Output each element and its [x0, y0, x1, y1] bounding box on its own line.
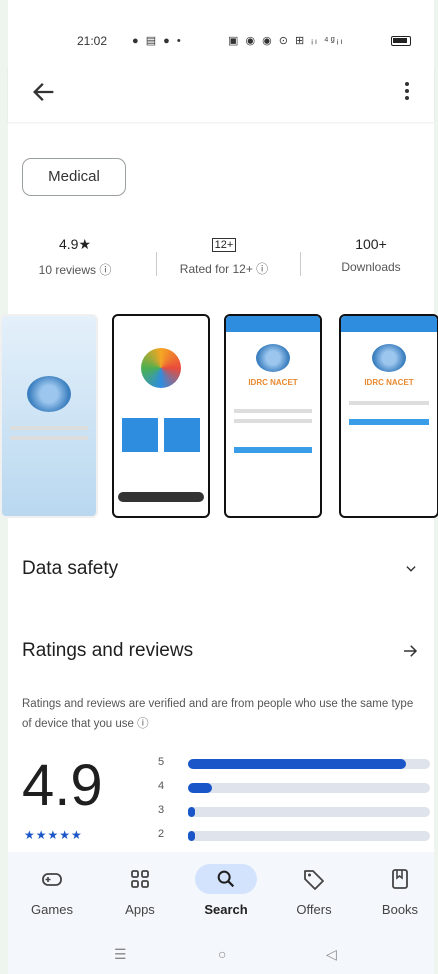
nav-games[interactable]: Games — [14, 864, 90, 917]
tag-icon — [304, 870, 324, 890]
placeholder-text-line — [10, 436, 88, 440]
rating-bar-fill — [188, 831, 196, 841]
stat-divider — [156, 252, 157, 276]
rating-bar-row: 2 — [158, 826, 430, 850]
downloads-label: Downloads — [341, 260, 401, 274]
screenshot-1[interactable] — [0, 314, 98, 518]
screenshot-4[interactable]: IDRC NACET — [339, 314, 438, 518]
input-line — [234, 419, 312, 423]
gamepad-icon — [42, 873, 62, 886]
content-rating-label: Rated for 12+ ⓘ — [179, 262, 269, 276]
rating-bar-fill — [188, 807, 196, 817]
app-logo-image — [372, 344, 406, 372]
screenshot-carousel[interactable]: IDRC NACET IDRC NACET — [0, 314, 438, 520]
app-stats: 4.9★ 10 reviews ⓘ 12+ Rated for 12+ ⓘ 10… — [8, 236, 434, 292]
input-line — [234, 409, 312, 413]
button-line — [234, 447, 312, 453]
app-page: 21:02 ● ▤ ● • ▣ ◉ ◉ ⊙ ⊞ ᵢₗ ⁴ᵍᵢₗ Medical … — [0, 0, 438, 974]
downloads-value: 100+ — [355, 236, 387, 252]
rating-bar-label: 3 — [158, 804, 165, 816]
bottom-navigation: Games Apps Search Offers Books — [8, 852, 434, 932]
nav-books[interactable]: Books — [362, 864, 438, 917]
nav-apps[interactable]: Apps — [102, 864, 178, 917]
ratings-title[interactable]: Ratings and reviews — [22, 640, 193, 662]
rating-bar-label: 5 — [158, 756, 165, 768]
screenshot-buttons — [114, 418, 208, 452]
nav-search[interactable]: Search — [188, 864, 264, 917]
notification-icons: ● ▤ ● • — [132, 35, 183, 47]
rating-histogram: 5 4 3 2 — [158, 754, 430, 850]
app-logo-image — [256, 344, 290, 372]
bookmark-icon — [392, 869, 408, 889]
nav-label: Search — [204, 902, 248, 917]
content-rating-badge: 12+ — [211, 238, 237, 252]
tile — [164, 418, 200, 452]
logo-emblem-image — [141, 348, 181, 388]
rating-bar-fill — [188, 759, 406, 769]
screen-header — [341, 316, 437, 332]
system-status-icons: ▣ ◉ ◉ ⊙ ⊞ ᵢₗ ⁴ᵍᵢₗ — [228, 35, 345, 47]
arrow-right-icon[interactable] — [400, 642, 420, 660]
content-rating-stat[interactable]: 12+ Rated for 12+ ⓘ — [164, 236, 284, 277]
rating-stars: ★★★★★ — [24, 828, 83, 842]
nav-offers[interactable]: Offers — [276, 864, 352, 917]
rating-bar-track — [188, 807, 430, 817]
stat-divider — [300, 252, 301, 276]
rating-bar-fill — [188, 783, 213, 793]
system-navigation: ☰ ○ ◁ — [8, 932, 434, 974]
app-logo-image — [27, 376, 71, 412]
rating-bar-row: 4 — [158, 778, 430, 802]
rating-bar-track — [188, 759, 430, 769]
arrow-left-icon[interactable] — [30, 78, 58, 106]
search-icon — [217, 870, 235, 888]
data-safety-title[interactable]: Data safety — [22, 558, 118, 580]
rating-bar-label: 4 — [158, 780, 165, 792]
back-icon[interactable]: ◁ — [326, 946, 337, 963]
rating-bar-track — [188, 783, 430, 793]
rating-bar-row: 3 — [158, 802, 430, 826]
nav-label: Apps — [125, 902, 155, 917]
status-time: 21:02 — [77, 34, 108, 48]
chevron-down-icon[interactable] — [404, 562, 418, 576]
nav-label: Offers — [296, 902, 332, 917]
screen-header — [226, 316, 320, 332]
rating-bar-label: 2 — [158, 828, 165, 840]
rating-stat[interactable]: 4.9★ 10 reviews ⓘ — [20, 236, 130, 278]
category-chip[interactable]: Medical — [22, 158, 126, 196]
more-vert-icon[interactable] — [402, 80, 412, 102]
rating-bar-track — [188, 831, 430, 841]
reviews-count: 10 reviews ⓘ — [38, 263, 112, 277]
button-line — [349, 419, 429, 425]
recents-icon[interactable]: ☰ — [114, 946, 127, 963]
battery-icon — [391, 36, 411, 46]
screenshot-3[interactable]: IDRC NACET — [224, 314, 322, 518]
screenshot-brand: IDRC NACET — [364, 378, 414, 387]
nav-label: Games — [31, 902, 73, 917]
progress-strip — [118, 492, 204, 502]
screenshot-brand: IDRC NACET — [248, 378, 298, 387]
placeholder-text-line — [10, 426, 88, 430]
apps-grid-icon — [131, 870, 149, 888]
app-bar — [8, 66, 434, 122]
input-line — [349, 401, 429, 405]
rating-score: 4.9 — [22, 753, 103, 818]
downloads-stat: 100+ Downloads — [316, 236, 426, 274]
rating-bar-row: 5 — [158, 754, 430, 778]
home-icon[interactable]: ○ — [218, 946, 226, 962]
tile — [122, 418, 158, 452]
ratings-description: Ratings and reviews are verified and are… — [22, 698, 414, 730]
rating-value: 4.9★ — [58, 236, 91, 252]
screenshot-2[interactable] — [112, 314, 210, 518]
nav-label: Books — [381, 902, 419, 917]
